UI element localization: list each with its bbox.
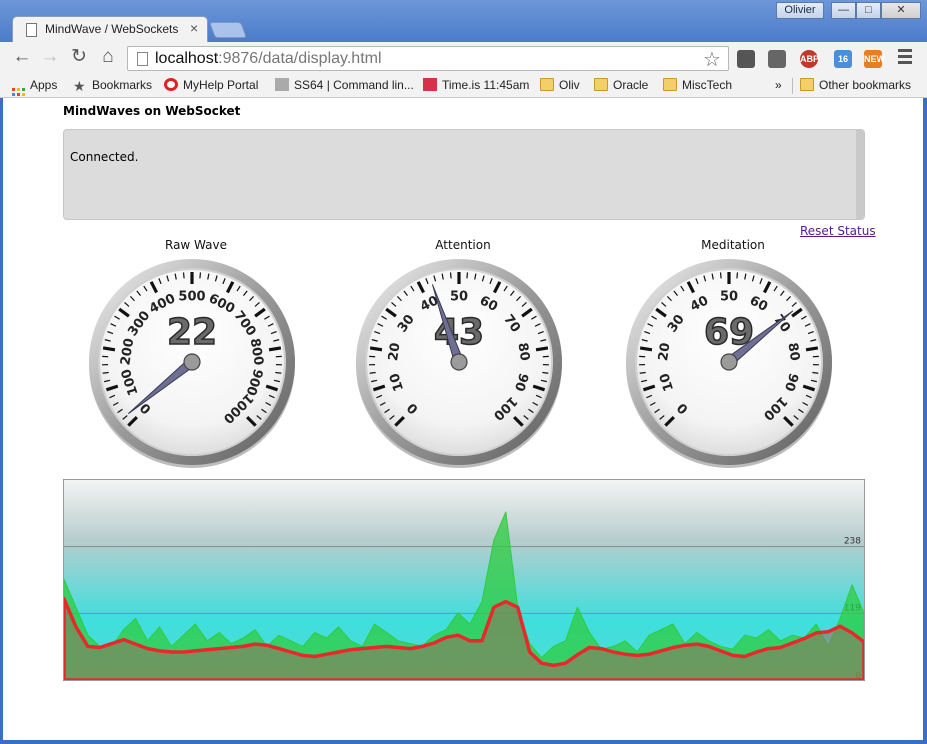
minimize-button[interactable]: —	[831, 2, 856, 19]
bug-icon[interactable]	[768, 50, 786, 68]
bookmark-myhelp-portal[interactable]: MyHelp Portal	[164, 78, 258, 92]
bookmark-[interactable]: »	[775, 78, 782, 92]
home-button[interactable]: ⌂	[96, 47, 120, 69]
weather-icon[interactable]: 16	[834, 50, 852, 68]
close-window-button[interactable]: ✕	[881, 2, 921, 19]
oracle-icon	[164, 78, 178, 91]
gauge-tick-label: 20	[656, 342, 674, 362]
address-bar[interactable]: localhost:9876/data/display.html ☆	[127, 46, 729, 71]
chrome-menu-icon[interactable]	[898, 49, 912, 65]
bookmark-time-is-11-45am[interactable]: Time.is 11:45am	[423, 78, 529, 92]
status-scrollbar[interactable]	[856, 130, 864, 219]
bookmark-oliv[interactable]: Oliv	[540, 78, 580, 92]
status-box: Connected.	[63, 129, 865, 220]
gauge-tick-label: 80	[514, 342, 532, 362]
gauge-attention: Attention 0 10 20 30 40 50 60 70 80 90 100 43	[353, 238, 573, 470]
page-icon	[26, 23, 37, 37]
folder-icon	[663, 78, 677, 91]
gauge-label: Raw Wave	[165, 238, 227, 252]
page-content: MindWaves on WebSocket Connected. Reset …	[3, 98, 923, 740]
browser-tab[interactable]: MindWave / WebSockets ×	[12, 16, 208, 42]
forward-button[interactable]: →	[38, 47, 62, 69]
url-text[interactable]: localhost:9876/data/display.html	[155, 50, 382, 68]
page-icon	[137, 52, 148, 66]
maximize-button[interactable]: □	[856, 2, 881, 19]
bookmark-oracle[interactable]: Oracle	[594, 78, 648, 92]
bookmarks-bar: Apps ★ Bookmarks MyHelp Portal SS64 | Comman…	[0, 74, 927, 101]
page-icon	[275, 78, 289, 91]
evernote-icon[interactable]	[737, 50, 755, 68]
gauge-dial: 010203040 50 6070809010069	[626, 259, 832, 468]
page-title: MindWaves on WebSocket	[63, 104, 241, 118]
gauge-raw-wave: Raw Wave 0 100 200 300 400 500 600 700 800 900 1000…	[86, 238, 306, 470]
title-bar: MindWave / WebSockets × Olivier — □ ✕	[0, 0, 927, 42]
wave-chart: 2381190	[63, 479, 865, 681]
tab-title: MindWave / WebSockets	[45, 22, 179, 36]
bookmark-misctech[interactable]: MiscTech	[663, 78, 732, 92]
browser-toolbar: ← → ↻ ⌂ localhost:9876/data/display.html…	[0, 42, 927, 74]
new-tab-icon[interactable]: NEW	[864, 50, 885, 68]
reload-button[interactable]: ↻	[67, 47, 91, 69]
gauge-tick-label: 50	[450, 290, 468, 305]
time-icon	[423, 78, 437, 91]
new-tab-button[interactable]	[209, 22, 247, 38]
folder-icon	[540, 78, 554, 91]
gauge-tick-label: 50	[720, 290, 738, 305]
folder-icon	[594, 78, 608, 91]
chart-y-tick-label: 238	[844, 537, 861, 547]
gauge-dial: 010203040 50 6070809010043	[356, 259, 562, 468]
status-text: Connected.	[70, 150, 139, 164]
folder-icon	[800, 78, 814, 91]
back-button[interactable]: ←	[10, 47, 34, 69]
gauge-label: Attention	[435, 238, 491, 252]
bookmarks-separator	[792, 78, 793, 94]
profile-button[interactable]: Olivier	[776, 2, 824, 19]
bookmark-other-bookmarks[interactable]: Other bookmarks	[800, 78, 911, 92]
gauge-tick-label: 500	[178, 290, 205, 305]
gauge-meditation: Meditation 0 10 20 30 40 50 60 70 80 90 100 69	[623, 238, 843, 470]
adblock-icon[interactable]: ABP	[800, 50, 819, 68]
gauge-tick-label: 20	[386, 342, 404, 362]
bookmark-ss64-command-lin[interactable]: SS64 | Command lin...	[275, 78, 414, 92]
bookmark-bookmarks[interactable]: ★ Bookmarks	[73, 78, 152, 93]
star-icon[interactable]: ☆	[703, 47, 721, 72]
tab-close-icon[interactable]: ×	[190, 20, 198, 36]
gauge-dial: 0100200300400 500 600700800900100022	[89, 259, 295, 468]
gauge-value: 22	[167, 312, 217, 353]
reset-status-link[interactable]: Reset Status	[800, 224, 876, 238]
star-icon: ★	[73, 78, 86, 94]
gauge-tick-label: 80	[784, 342, 802, 362]
gauge-label: Meditation	[701, 238, 765, 252]
